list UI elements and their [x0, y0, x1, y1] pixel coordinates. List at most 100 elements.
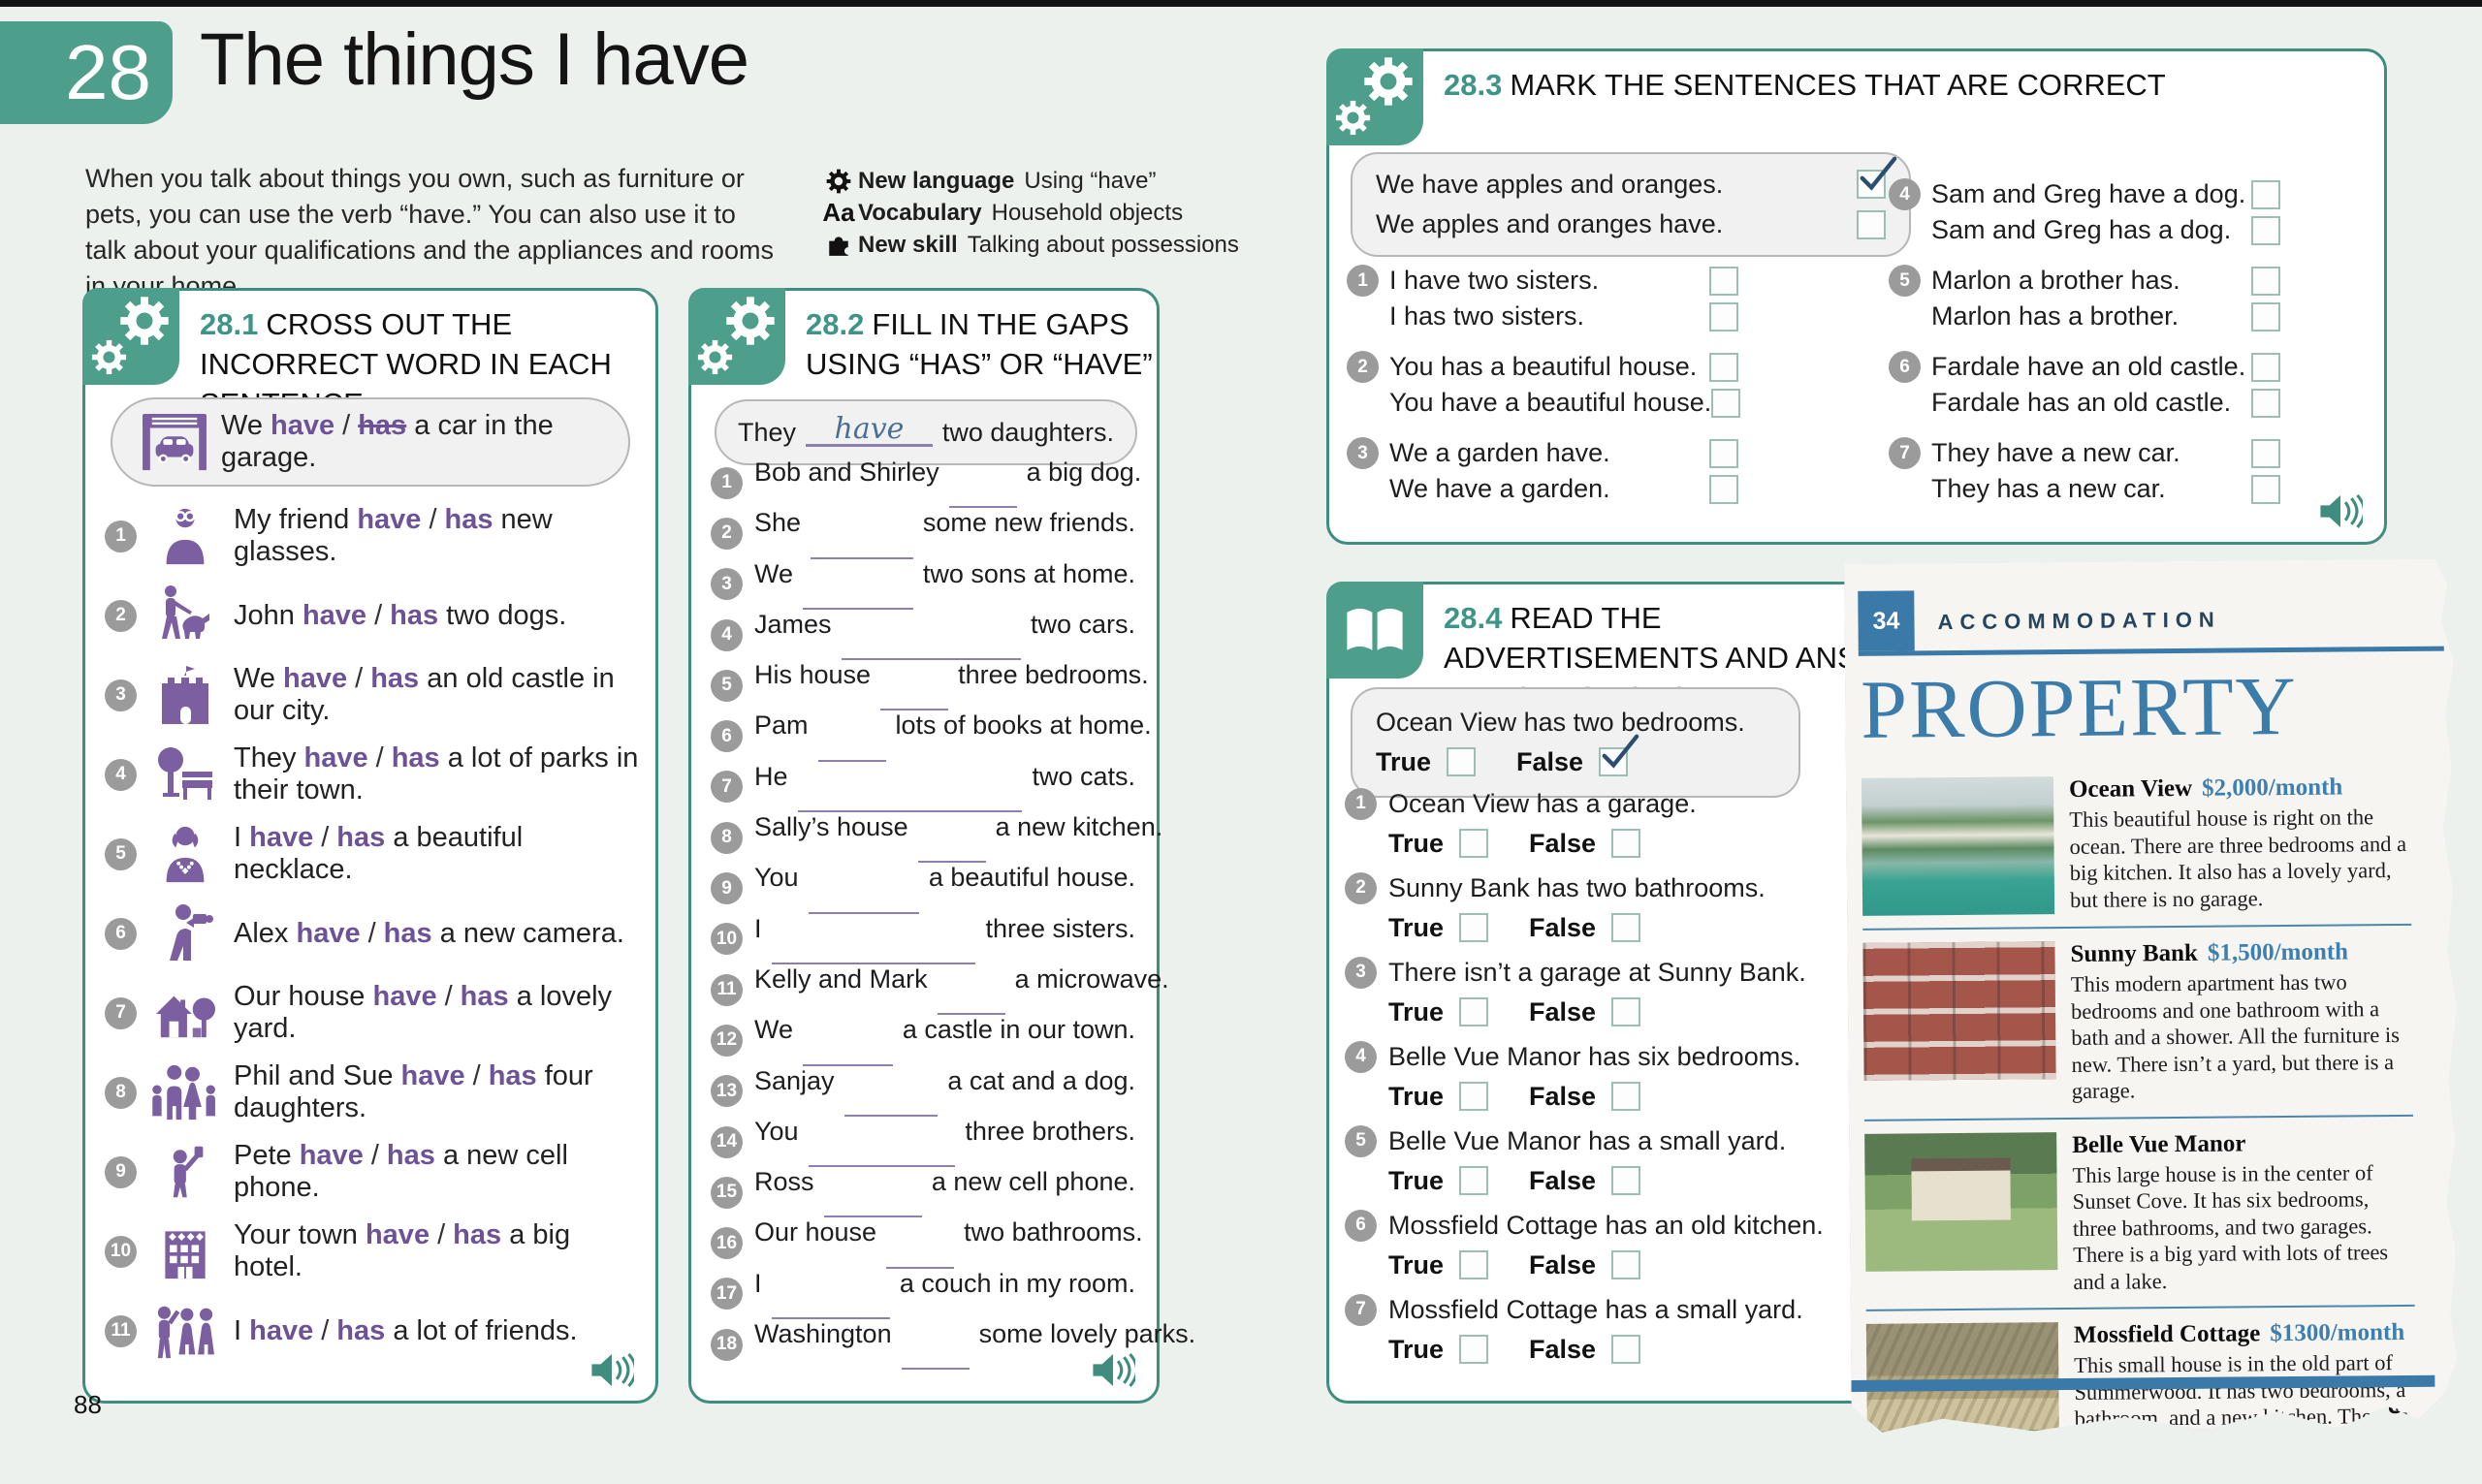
cottage-photo [1866, 1322, 2059, 1462]
checkbox[interactable] [1709, 302, 1738, 332]
choice-has[interactable]: has [384, 918, 432, 949]
false-checkbox[interactable] [1611, 1166, 1640, 1195]
answer-blank[interactable] [798, 805, 1023, 812]
choice-have[interactable]: have [304, 742, 368, 774]
answer-blank[interactable] [809, 1159, 956, 1167]
true-checkbox[interactable] [1459, 997, 1488, 1026]
key-point-row: Aa Vocabulary Household objects [819, 197, 1265, 229]
checkbox[interactable] [1709, 267, 1738, 296]
checkbox[interactable] [1857, 170, 1886, 199]
answer-blank[interactable] [772, 957, 976, 964]
answer-blank[interactable] [880, 703, 948, 710]
choice-has[interactable]: has [370, 663, 419, 694]
answer-blank[interactable] [844, 1109, 939, 1117]
example-sentence: They have two daughters. [715, 399, 1137, 465]
gears-icon [688, 288, 785, 385]
answer-blank[interactable] [918, 855, 986, 863]
checkbox[interactable] [2251, 389, 2280, 418]
answer-blank[interactable] [818, 754, 886, 762]
answer-blank[interactable] [842, 652, 1021, 660]
open-book-icon [1326, 582, 1423, 679]
choice-have[interactable]: have [401, 1060, 465, 1091]
true-checkbox[interactable] [1447, 747, 1476, 776]
choice-have[interactable]: have [283, 663, 347, 694]
audio-speaker-icon[interactable] [2318, 494, 2363, 528]
item-number: 13 [711, 1075, 743, 1107]
choice-have[interactable]: have [357, 504, 421, 535]
checkbox[interactable] [2251, 302, 2280, 332]
sentence-option-row: Fardale has an old castle. [1931, 385, 2280, 421]
true-label: True [1388, 997, 1444, 1027]
checkbox[interactable] [2251, 353, 2280, 382]
answer-blank[interactable] [811, 552, 913, 559]
castle-icon [139, 664, 232, 726]
checkbox[interactable] [2251, 475, 2280, 504]
choice-has[interactable]: has [453, 1219, 501, 1250]
checkbox[interactable] [2251, 180, 2280, 209]
true-checkbox[interactable] [1459, 1166, 1488, 1195]
sentence-option-row: I have two sisters. [1389, 263, 1738, 299]
true-label: True [1388, 1166, 1444, 1196]
sentence-option-row: Sam and Greg has a dog. [1931, 212, 2280, 248]
checkbox[interactable] [2251, 216, 2280, 245]
audio-speaker-icon[interactable] [589, 1353, 634, 1387]
false-label: False [1529, 913, 1596, 943]
true-checkbox[interactable] [1459, 913, 1488, 942]
false-checkbox[interactable] [1611, 913, 1640, 942]
choice-sentence-row: 6 Alex have/has a new camera. [99, 894, 642, 973]
false-checkbox[interactable] [1611, 829, 1640, 858]
sentence-pair-item: 5 Marlon a brother has. Marlon has a bro… [1889, 263, 2280, 334]
choice-have[interactable]: have [249, 1315, 313, 1346]
answer-blank[interactable] [902, 1362, 970, 1370]
answer-blank[interactable] [824, 1210, 922, 1217]
choice-has[interactable]: has [392, 742, 440, 774]
answer-blank[interactable] [803, 1058, 893, 1066]
checkbox[interactable] [2251, 439, 2280, 468]
choice-has[interactable]: has [489, 1060, 537, 1091]
false-checkbox[interactable] [1611, 997, 1640, 1026]
choice-have[interactable]: have [302, 600, 366, 631]
key-points: New language Using “have” Aa Vocabulary … [819, 165, 1265, 261]
checkbox[interactable] [1709, 439, 1738, 468]
answer-blank[interactable] [803, 602, 913, 610]
true-false-question: 1 Ocean View has a garage. True False [1345, 786, 1868, 860]
choice-has[interactable]: has [336, 822, 385, 853]
exercise-28-3-title: 28.3MARK THE SENTENCES THAT ARE CORRECT [1444, 65, 2355, 105]
checkbox[interactable] [1711, 389, 1740, 418]
true-checkbox[interactable] [1459, 1250, 1488, 1279]
sentence-pair-item: 4 Sam and Greg have a dog. Sam and Greg … [1889, 176, 2280, 248]
answer-blank[interactable] [772, 1311, 890, 1319]
answer-blank[interactable] [886, 1261, 954, 1269]
choice-have[interactable]: have [300, 1140, 364, 1171]
item-number: 5 [105, 838, 137, 870]
choice-has[interactable]: has [387, 1140, 435, 1171]
true-checkbox[interactable] [1459, 829, 1488, 858]
choice-have[interactable]: have [296, 918, 360, 949]
choice-have[interactable]: have [372, 981, 436, 1012]
false-label: False [1516, 747, 1583, 777]
answer-blank[interactable] [938, 1007, 1005, 1015]
checkbox[interactable] [2251, 267, 2280, 296]
audio-speaker-icon[interactable] [1091, 1353, 1135, 1387]
choice-has[interactable]: has [445, 504, 493, 535]
choice-have[interactable]: have [249, 822, 313, 853]
answer-blank[interactable] [949, 500, 1017, 508]
choice-has[interactable]: has [390, 600, 438, 631]
true-checkbox[interactable] [1459, 1082, 1488, 1111]
sentence-option-row: We apples and oranges have. [1376, 206, 1886, 242]
choice-has[interactable]: has [461, 981, 509, 1012]
checkbox[interactable] [1857, 210, 1886, 239]
choice-has[interactable]: has [336, 1315, 385, 1346]
checkbox[interactable] [1709, 475, 1738, 504]
answer-blank[interactable] [809, 906, 919, 914]
false-checkbox[interactable] [1611, 1250, 1640, 1279]
false-checkbox[interactable] [1611, 1082, 1640, 1111]
false-checkbox[interactable] [1599, 747, 1628, 776]
false-checkbox[interactable] [1611, 1335, 1640, 1364]
listing-price: $2,000/month [2202, 774, 2342, 802]
choice-have[interactable]: have [366, 1219, 430, 1250]
checkbox[interactable] [1709, 353, 1738, 382]
false-label: False [1529, 1250, 1596, 1280]
true-checkbox[interactable] [1459, 1335, 1488, 1364]
ad-divider [1859, 647, 2444, 656]
